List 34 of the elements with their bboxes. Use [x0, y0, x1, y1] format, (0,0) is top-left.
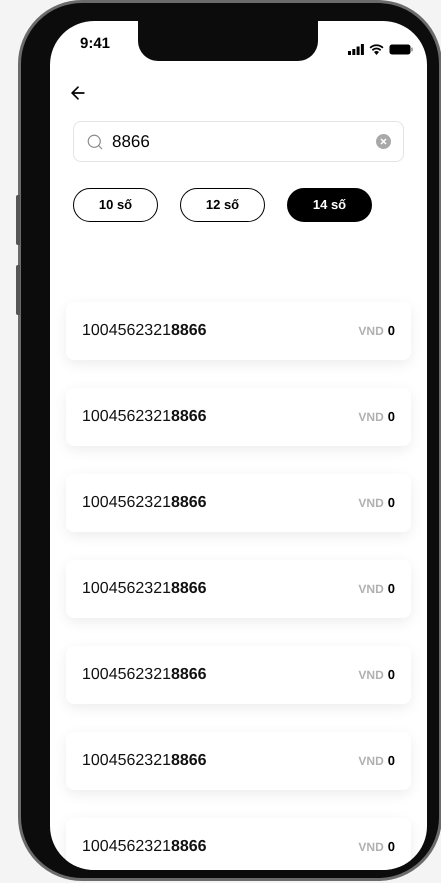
account-card[interactable]: 10045623218866 VND 0 [66, 646, 411, 704]
balance-value: 0 [388, 666, 395, 684]
filter-chip[interactable]: 10 số [73, 188, 158, 222]
account-card[interactable]: 10045623218866 VND 0 [66, 732, 411, 790]
filter-chip[interactable]: 12 số [180, 188, 265, 222]
search-field[interactable]: 8866 [73, 121, 404, 162]
account-card[interactable]: 10045623218866 VND 0 [66, 388, 411, 446]
status-time: 9:41 [80, 34, 110, 54]
currency-label: VND [358, 581, 384, 598]
currency-label: VND [358, 753, 384, 770]
currency-label: VND [358, 839, 384, 856]
balance-value: 0 [388, 580, 395, 598]
filter-chip[interactable]: 14 số [287, 188, 372, 222]
account-number: 10045623218866 [82, 579, 207, 599]
account-card[interactable]: 10045623218866 VND 0 [66, 818, 411, 870]
currency-label: VND [358, 409, 384, 426]
account-number: 10045623218866 [82, 407, 207, 427]
balance-value: 0 [388, 322, 395, 340]
balance-value: 0 [388, 838, 395, 856]
account-card[interactable]: 10045623218866 VND 0 [66, 560, 411, 618]
currency-label: VND [358, 667, 384, 684]
currency-label: VND [358, 323, 384, 340]
account-card[interactable]: 10045623218866 VND 0 [66, 474, 411, 532]
account-number: 10045623218866 [82, 837, 207, 857]
account-number: 10045623218866 [82, 321, 207, 341]
account-number: 10045623218866 [82, 493, 207, 513]
account-number: 10045623218866 [82, 751, 207, 771]
account-card[interactable]: 10045623218866 VND 0 [66, 302, 411, 360]
account-number: 10045623218866 [82, 665, 207, 685]
search-input[interactable]: 8866 [112, 128, 368, 154]
balance-value: 0 [388, 752, 395, 770]
currency-label: VND [358, 495, 384, 512]
balance-value: 0 [388, 408, 395, 426]
balance-value: 0 [388, 494, 395, 512]
